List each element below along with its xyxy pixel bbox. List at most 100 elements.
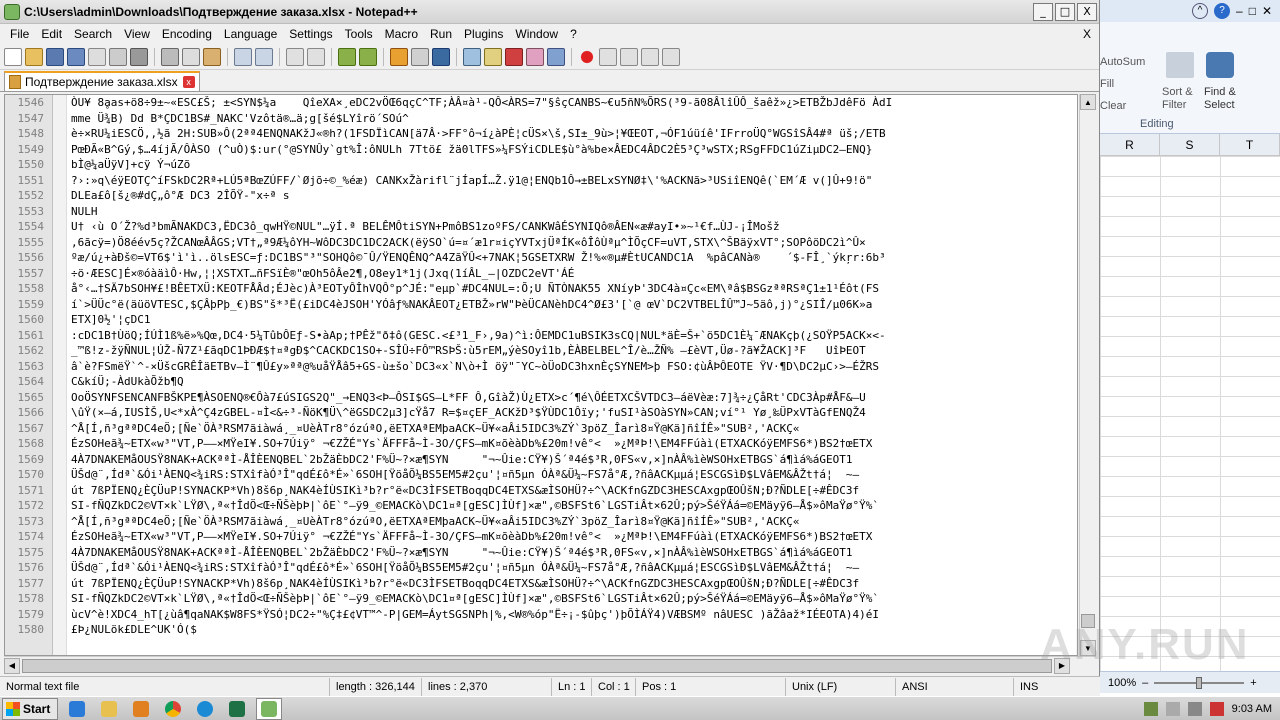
code-line[interactable]: ,6ãcÿ=)Ö8éév5ç?ŽCANœÂÂGS;VT†„ª9Æ¼ôYH~WôD… bbox=[71, 235, 1077, 251]
excel-help-icon[interactable]: ? bbox=[1214, 3, 1230, 19]
code-line[interactable]: PœÐÃ«B^Gý,$…4íjÃ/ÔÀSO (^uÒ)$:ur(°@SYNÛy`… bbox=[71, 142, 1077, 158]
record-macro-icon[interactable] bbox=[578, 47, 596, 66]
excel-window-restore-icon[interactable]: □ bbox=[1249, 4, 1256, 18]
print-icon[interactable] bbox=[130, 47, 148, 66]
taskbar-explorer[interactable] bbox=[96, 698, 122, 720]
tab-document[interactable]: Подтверждение заказа.xlsx x bbox=[4, 71, 200, 91]
zoom-slider-knob[interactable] bbox=[1196, 676, 1203, 689]
taskbar-excel[interactable] bbox=[224, 698, 250, 720]
tray-app-icon[interactable] bbox=[1143, 701, 1158, 716]
taskbar-ie[interactable] bbox=[64, 698, 90, 720]
code-line[interactable]: SI-fÑQZkDC2©VT×k`LŸØ\,ª«†ÎdÖ<Œ÷ÑŠèþÞ|`ôE… bbox=[71, 591, 1077, 607]
taskbar-media[interactable] bbox=[128, 698, 154, 720]
zoom-in-icon[interactable] bbox=[338, 47, 356, 66]
code-line[interactable]: \ûŸ(×—á,IUSÌŠ,U<*xÀ^Ç4zGBEL-¤Ì<&÷³-ÑöK¶Ü… bbox=[71, 405, 1077, 421]
open-file-icon[interactable] bbox=[25, 47, 43, 66]
menu-plugins[interactable]: Plugins bbox=[458, 27, 509, 41]
volume-icon[interactable] bbox=[1187, 701, 1202, 716]
code-line[interactable]: ùcV^è!XDC4_hT[¿ùâ¶qaNAK$W8FS*ŸSÓ¦DC2÷"%Ç… bbox=[71, 607, 1077, 623]
column-header-r[interactable]: R bbox=[1100, 134, 1160, 155]
title-bar[interactable]: C:\Users\admin\Downloads\Подтверждение з… bbox=[0, 0, 1099, 24]
worksheet-grid[interactable] bbox=[1100, 156, 1280, 671]
code-line[interactable]: ÉzSOHeã¾~ETX«w³"VT,P——×MŸeI¥.SO+7Úiÿ° ¬€… bbox=[71, 529, 1077, 545]
menu-view[interactable]: View bbox=[118, 27, 156, 41]
excel-minimize-ribbon-icon[interactable]: ^ bbox=[1192, 3, 1208, 19]
close-button[interactable]: X bbox=[1077, 2, 1097, 21]
replace-icon[interactable] bbox=[307, 47, 325, 66]
code-line[interactable]: DLEa£ô[š¿®#dÇ„ô°Æ DC3 2ÎÕŸ-"x÷ª s bbox=[71, 188, 1077, 204]
code-line[interactable]: :cDC1B†ÙöQ;ÍÚÌ1ß%ë»%Qœ,DC4·5¼TûbÔEƒ-S•àA… bbox=[71, 328, 1077, 344]
redo-icon[interactable] bbox=[255, 47, 273, 66]
column-header-t[interactable]: T bbox=[1220, 134, 1280, 155]
taskbar-edge[interactable] bbox=[192, 698, 218, 720]
zoom-level[interactable]: 100% bbox=[1108, 677, 1136, 689]
scroll-left-icon[interactable]: ◀ bbox=[4, 657, 20, 674]
find-icon[interactable] bbox=[286, 47, 304, 66]
fill-button[interactable]: Fill bbox=[1100, 78, 1114, 90]
close-file-icon[interactable] bbox=[88, 47, 106, 66]
code-line[interactable]: OoÖSYNFSENCANFBŠKPE¶ÀSOENQ®€Ôà7£úSIGS2Q"… bbox=[71, 390, 1077, 406]
code-line[interactable]: ÉzSOHeã¾~ETX«w³"VT,P——×MŸeI¥.SO+7Úiÿ° ¬€… bbox=[71, 436, 1077, 452]
security-flag-icon[interactable] bbox=[1209, 701, 1224, 716]
horizontal-scroll-thumb[interactable] bbox=[22, 658, 1052, 673]
excel-window-close-icon[interactable]: ✕ bbox=[1262, 4, 1272, 18]
scroll-up-icon[interactable]: ▲ bbox=[1080, 94, 1096, 110]
sync-scroll-icon[interactable] bbox=[390, 47, 408, 66]
menu-language[interactable]: Language bbox=[218, 27, 283, 41]
code-line[interactable]: ÜŠd@¨,Ídª`&Ói¹ÀENQ<¾iRS:STXîfàÓ³Î"qdÉ£ô*… bbox=[71, 467, 1077, 483]
find-select-button[interactable]: Find & Select bbox=[1204, 86, 1236, 112]
zoom-in-icon[interactable]: + bbox=[1250, 677, 1256, 689]
sort-filter-button[interactable]: Sort & Filter bbox=[1162, 86, 1193, 112]
vertical-scrollbar[interactable]: ▲ ▼ bbox=[1079, 94, 1096, 656]
code-line[interactable]: ÷ö·ÆESC]É×®óàäìÔ·Hw,¦¦XSTXT…ñFSïÈ®"œOh5ô… bbox=[71, 266, 1077, 282]
code-line[interactable]: C&kíÜ;-ÀdUkàÕžb¶Q bbox=[71, 374, 1077, 390]
menu-macro[interactable]: Macro bbox=[379, 27, 424, 41]
zoom-out-icon[interactable]: – bbox=[1142, 677, 1148, 689]
language-icon[interactable] bbox=[484, 47, 502, 66]
code-line[interactable]: â`è?FSmëŸ`^-×ÜšcGRÊÎäETBv—Ì¨¶Û£y»ªª@%uåŸ… bbox=[71, 359, 1077, 375]
code-line[interactable]: 4À7DNAKEMåOUSŸ8NAK+ACKªªÌ-ÅÎÈENQBEL`2bŽä… bbox=[71, 452, 1077, 468]
function-list-icon[interactable] bbox=[526, 47, 544, 66]
menu-edit[interactable]: Edit bbox=[35, 27, 68, 41]
network-icon[interactable] bbox=[1165, 701, 1180, 716]
code-line[interactable]: ÜŠd@¨,Ídª`&Ói¹ÀENQ<¾iRS:STXîfàÓ³Î"qdÉ£ô*… bbox=[71, 560, 1077, 576]
menu-run[interactable]: Run bbox=[424, 27, 458, 41]
stop-macro-icon[interactable] bbox=[599, 47, 617, 66]
zoom-out-icon[interactable] bbox=[359, 47, 377, 66]
code-line[interactable]: bÌ@¼aÜÿV]+cÿ Ý¬úZõ bbox=[71, 157, 1077, 173]
play-macro-icon[interactable] bbox=[620, 47, 638, 66]
autosum-button[interactable]: AutoSum bbox=[1100, 56, 1145, 68]
code-line[interactable]: ÒU¥ 8ḁas+ö8÷9±~«ESC£Š; ±<SYN$¼a QîeXA×¸e… bbox=[71, 95, 1077, 111]
code-line[interactable]: £Þ¿NULök£DLE^UK'Ó($ bbox=[71, 622, 1077, 638]
code-line[interactable]: SI-fÑQZkDC2©VT×k`LŸØ\,ª«†ÎdÖ<Œ÷ÑŠèþÞ|`ôE… bbox=[71, 498, 1077, 514]
menu-encoding[interactable]: Encoding bbox=[156, 27, 218, 41]
code-line[interactable]: å°‹…†SÄ7bSOH¥£!BÊETXÜ:KEOTFÅÂd;ÉJèc)À³EO… bbox=[71, 281, 1077, 297]
code-line[interactable]: U† ‹ù O´Ž?%d³bmÃNAKDC3,ËDC3ô_qwHŸ©NUL"…ÿ… bbox=[71, 219, 1077, 235]
tab-close-icon[interactable]: x bbox=[182, 76, 195, 88]
code-line[interactable]: ºæ/ú¿+àÐš©=VT6$'ì'ì..ölsESC=ƒ:DC1BS"³"SO… bbox=[71, 250, 1077, 266]
save-all-icon[interactable] bbox=[67, 47, 85, 66]
zoom-slider[interactable] bbox=[1154, 676, 1245, 689]
maximize-button[interactable]: □ bbox=[1055, 2, 1075, 21]
code-line[interactable]: ^Å[Í,ñ³gªªDC4eÖ;[Ñe`ÖÀ³RSM7ãiàwá¸_¤UèÀTr… bbox=[71, 514, 1077, 530]
save-icon[interactable] bbox=[46, 47, 64, 66]
undo-icon[interactable] bbox=[234, 47, 252, 66]
save-macro-icon[interactable] bbox=[662, 47, 680, 66]
start-button[interactable]: Start bbox=[2, 697, 58, 720]
new-file-icon[interactable] bbox=[4, 47, 22, 66]
indent-guide-icon[interactable] bbox=[463, 47, 481, 66]
close-all-icon[interactable] bbox=[109, 47, 127, 66]
code-line[interactable]: ETX]0½'¦çDC1 bbox=[71, 312, 1077, 328]
taskbar-chrome[interactable] bbox=[160, 698, 186, 720]
code-line[interactable]: _™ß!z-žÿÑNUL¦ÚŽ-Ñ7Z¹£ãqDC1ÞÐÆ$†¤ªgÐ$^CAC… bbox=[71, 343, 1077, 359]
copy-icon[interactable] bbox=[182, 47, 200, 66]
show-all-chars-icon[interactable] bbox=[432, 47, 450, 66]
horizontal-scrollbar[interactable]: ◀ ▶ bbox=[4, 656, 1096, 674]
code-area[interactable]: ÒU¥ 8ḁas+ö8÷9±~«ESC£Š; ±<SYN$¼a QîeXA×¸e… bbox=[67, 95, 1077, 655]
doc-map-icon[interactable] bbox=[505, 47, 523, 66]
code-line[interactable]: ^Å[Í,ñ³gªªDC4eÖ;[Ñe`ÖÀ³RSM7ãiàwá¸_¤UèÀTr… bbox=[71, 421, 1077, 437]
menu-tools[interactable]: Tools bbox=[339, 27, 379, 41]
menu-help[interactable]: ? bbox=[564, 27, 583, 41]
close-document-button[interactable]: X bbox=[1083, 27, 1091, 41]
menu-file[interactable]: File bbox=[4, 27, 35, 41]
